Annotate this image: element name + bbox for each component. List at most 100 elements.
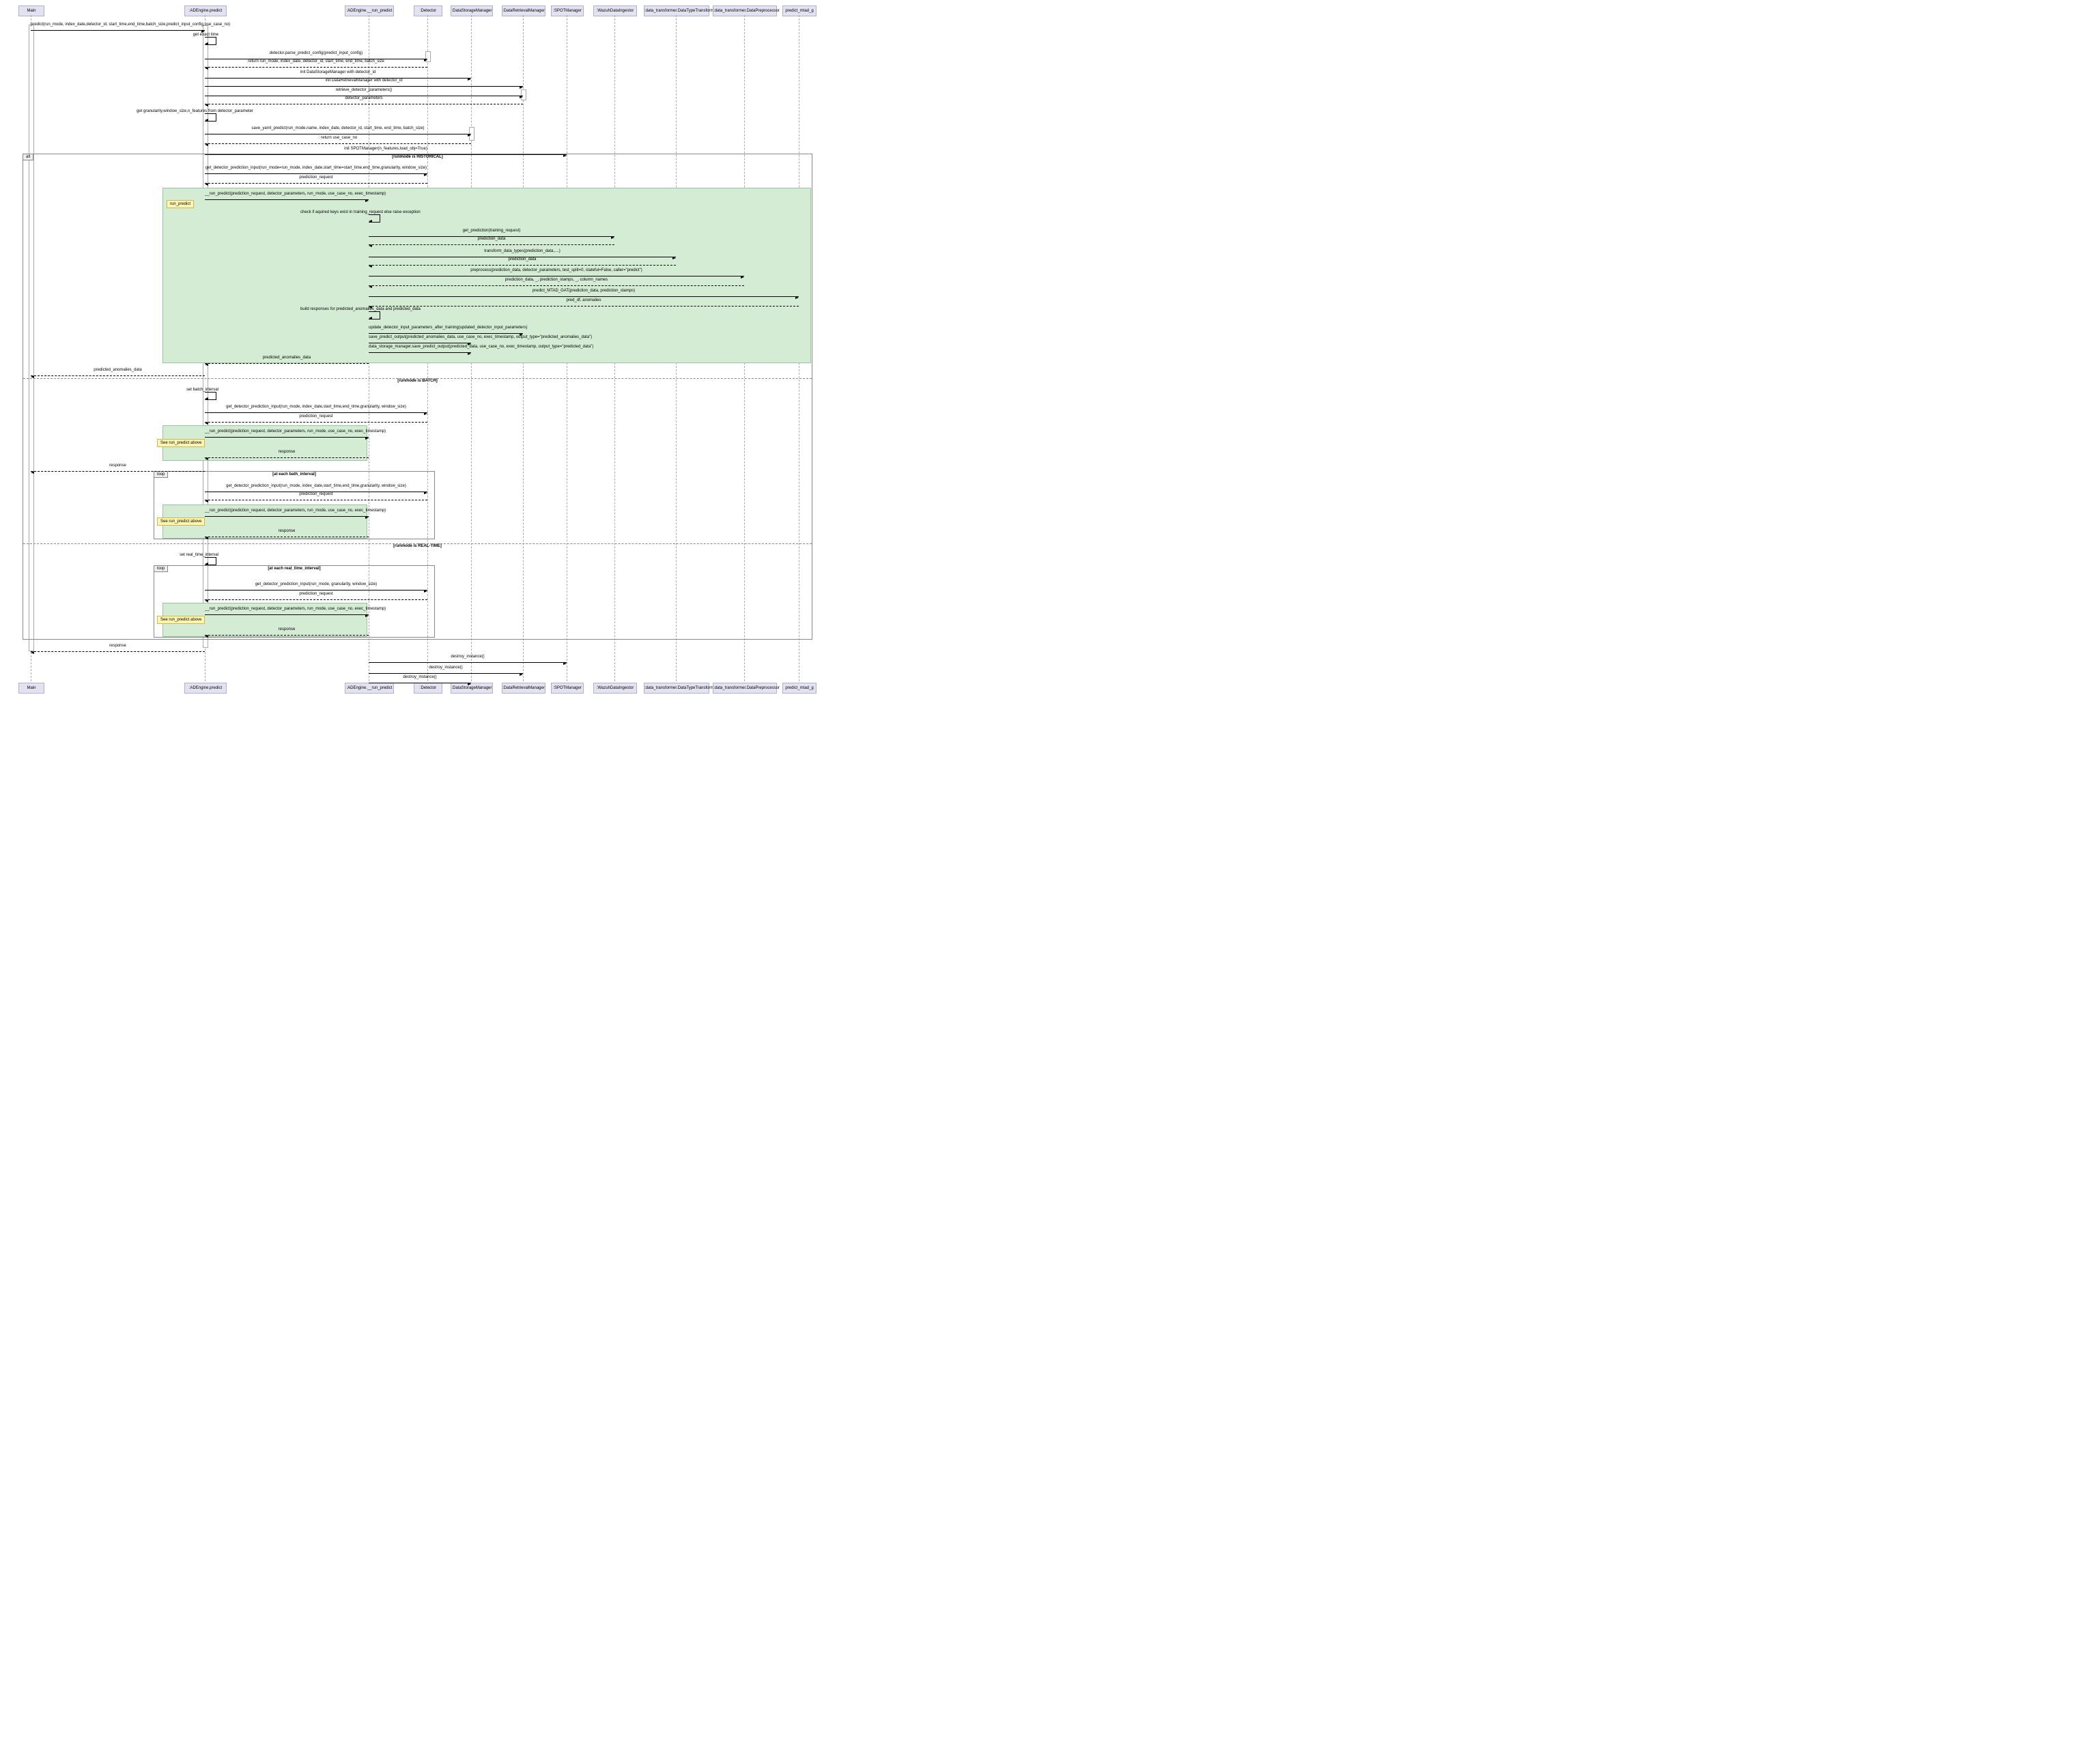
message: predict(run_mode, index_date,detector_id… [31, 24, 205, 31]
message-label: __run_predict(prediction_request, detect… [205, 509, 369, 513]
participant-dsm: :DataStorageManager [451, 5, 493, 16]
message-label: preprocess(prediction_data, detector_par… [369, 268, 744, 272]
message: __run_predict(prediction_request, detect… [205, 510, 369, 517]
sequence-diagram: MainMain:ADEngine.predict:ADEngine.predi… [0, 0, 819, 688]
message: __run_predict(prediction_request, detect… [205, 193, 369, 200]
message-label: __run_predict(prediction_request, detect… [205, 607, 369, 611]
alt-condition: [runmode is BATCH] [23, 379, 812, 383]
message-label: predicted_anomalies_data [205, 356, 369, 360]
participant-dtt: :data_transformer.DataTypeTransformer [644, 683, 709, 694]
message: transform_data_types(prediction_data,...… [369, 251, 676, 257]
message: get_detector_prediction_input(run_mode, … [205, 584, 427, 591]
message-label: get_detector_prediction_input(run_mode=r… [205, 166, 427, 170]
message: data_storage_manager.save_predict_output… [369, 346, 471, 353]
participant-drm: :DataRetrievalManager [502, 5, 545, 16]
message: response [205, 530, 369, 537]
message: response [205, 629, 369, 636]
message: init DataStorageManager with detector_id [205, 72, 471, 79]
participant-runpredict: :ADEngine.__run_predict [345, 683, 394, 694]
participant-dpp: :data_transformer.DataPreprocessor [713, 5, 777, 16]
message: update_detector_input_parameters_after_t… [369, 327, 523, 334]
alt-condition: [runmode is REAL-TIME] [23, 544, 812, 548]
message-label: init SPOTManager(n_features,load_obj=Tru… [205, 147, 567, 151]
message-label: destroy_instance() [369, 655, 567, 659]
message: predicted_anomalies_data [205, 357, 369, 364]
message-label: init DataStorageManager with detector_id [205, 70, 471, 74]
message-label: update_detector_input_parameters_after_t… [369, 326, 523, 330]
participant-detector: :Detector [414, 5, 442, 16]
message: init SPOTManager(n_features,load_obj=Tru… [205, 148, 567, 155]
message: get_detector_prediction_input(run_mode, … [205, 485, 427, 492]
participant-spot: :SPOTManager [551, 683, 584, 694]
message: predicted_anomalies_data [31, 369, 205, 376]
message-label: prediction_request [205, 592, 427, 596]
message: preprocess(prediction_data, detector_par… [369, 270, 744, 276]
message: predict_MTAD_GAT(prediction_data, predic… [369, 290, 799, 297]
message: prediction_request [205, 494, 427, 500]
message: get_detector_prediction_input(run_mode=r… [205, 167, 427, 174]
participant-predict: :ADEngine.predict [184, 5, 227, 16]
message-label: retrieve_detector_parameters() [205, 88, 523, 92]
message-label: response [205, 529, 369, 533]
message-label: : return use_case_no [205, 136, 471, 140]
message: prediction_request [205, 177, 427, 184]
message-label: init DataRetrievalManager with detector_… [205, 79, 523, 83]
participant-mtad: predict_mtad_g [782, 683, 817, 694]
participant-mtad: predict_mtad_g [782, 5, 817, 16]
participant-dsm: :DataStorageManager [451, 683, 493, 694]
message-label: prediction_data [369, 237, 614, 241]
message: detector.parse_predict_config(predict_in… [205, 53, 427, 59]
message: : return use_case_no [205, 137, 471, 144]
participant-drm: :DataRetrievalManager [502, 683, 545, 694]
message-label: save_yaml_predict(run_mode.name, index_d… [205, 126, 471, 130]
message: return run_mode, index_date, detector_id… [205, 61, 427, 68]
message-label: response [31, 644, 205, 648]
loop-condition: [at each real_time_interval] [154, 567, 434, 571]
loop-condition: [at each bath_interval] [154, 472, 434, 476]
alt-separator [23, 543, 812, 544]
message-label: get_detector_prediction_input(run_mode, … [205, 405, 427, 409]
message: prediction_request [205, 416, 427, 423]
message-label: __run_predict(prediction_request, detect… [205, 429, 369, 433]
message-label: response [205, 450, 369, 454]
message: prediction_request [205, 593, 427, 600]
message-label: get_detector_prediction_input(run_mode, … [205, 582, 427, 586]
message-label: return run_mode, index_date, detector_id… [205, 59, 427, 63]
message: response [205, 451, 369, 458]
participant-predict: :ADEngine.predict [184, 683, 227, 694]
message: destroy_instance() [369, 656, 567, 663]
message-label: detector.parse_predict_config(predict_in… [205, 51, 427, 55]
message: __run_predict(prediction_request, detect… [205, 608, 369, 615]
ref-note: run_predict [167, 200, 194, 208]
message-label: pred_df, anomalies [369, 298, 799, 302]
participant-main: Main [18, 683, 44, 694]
message: pred_df, anomalies [369, 300, 799, 307]
participant-runpredict: :ADEngine.__run_predict [345, 5, 394, 16]
message-label: get_prediction(training_request) [369, 229, 614, 233]
message-label: predict_MTAD_GAT(prediction_data, predic… [369, 289, 799, 293]
participant-spot: :SPOTManager [551, 5, 584, 16]
message: response [31, 465, 205, 472]
message-label: save_predict_output(predicted_anomalies_… [369, 335, 471, 339]
message: __run_predict(prediction_request, detect… [205, 431, 369, 438]
message: get_detector_prediction_input(run_mode, … [205, 406, 427, 413]
message: prediction_data, _, prediction_stamps, _… [369, 279, 744, 286]
message-label: data_storage_manager.save_predict_output… [369, 345, 471, 349]
message: get_prediction(training_request) [369, 230, 614, 237]
ref-note: See run_predict above [157, 517, 205, 526]
participant-wazuh: :WazuhDataIngestor [593, 683, 637, 694]
message-label: get_detector_prediction_input(run_mode, … [205, 484, 427, 488]
message-label: prediction_data, _, prediction_stamps, _… [369, 278, 744, 282]
message: detector_parameters [205, 98, 523, 104]
alt-condition: [runmode is HISTORICAL] [23, 155, 812, 159]
message: save_yaml_predict(run_mode.name, index_d… [205, 128, 471, 134]
message-label: destroy_instance() [369, 675, 471, 679]
ref-note: See run_predict above [157, 616, 205, 624]
message-label: predict(run_mode, index_date,detector_id… [31, 23, 205, 27]
message-label: detector_parameters [205, 96, 523, 100]
ref-note: See run_predict above [157, 439, 205, 447]
participant-detector: :Detector [414, 683, 442, 694]
message: destroy_instance() [369, 667, 523, 674]
message: prediction_data [369, 238, 614, 245]
message-label: prediction_request [205, 414, 427, 418]
